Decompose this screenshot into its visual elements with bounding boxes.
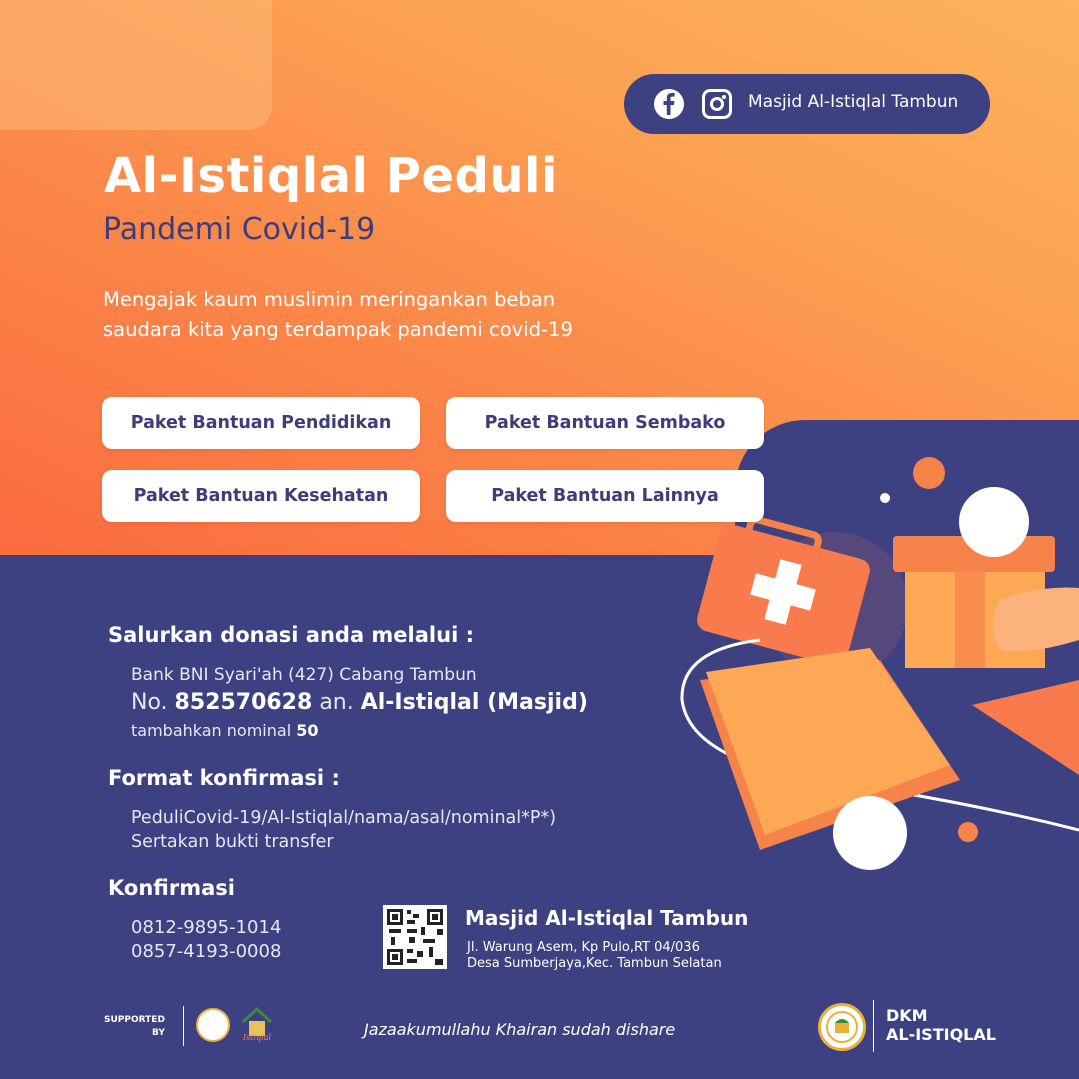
account-name-prefix: an. xyxy=(319,690,354,715)
divider xyxy=(183,1006,184,1046)
address-line: Desa Sumberjaya,Kec. Tambun Selatan xyxy=(467,956,722,971)
package-education-button[interactable]: Paket Bantuan Pendidikan xyxy=(102,397,420,449)
qr-code[interactable] xyxy=(383,905,447,969)
supporter-logo-seal xyxy=(196,1008,230,1042)
poster: Masjid Al-Istiqlal Tambun Al-Istiqlal Pe… xyxy=(0,0,1079,1079)
page-title: Al-Istiqlal Peduli xyxy=(104,148,558,204)
supported-line: BY xyxy=(152,1028,165,1038)
facebook-icon[interactable] xyxy=(654,89,684,119)
decor-dot-orange xyxy=(913,457,945,489)
dkm-line: AL-ISTIQLAL xyxy=(886,1025,996,1044)
account-line: No. 852570628 an. Al-Istiqlal (Masjid) xyxy=(131,690,588,715)
intro-text: Mengajak kaum muslimin meringankan beban… xyxy=(103,285,743,345)
mosque-name: Masjid Al-Istiqlal Tambun xyxy=(465,906,749,930)
dkm-line: DKM xyxy=(886,1006,928,1025)
bank-name: Bank BNI Syari'ah (427) Cabang Tambun xyxy=(131,665,477,685)
dkm-label: DKM AL-ISTIQLAL xyxy=(886,1006,996,1044)
page-subtitle: Pandemi Covid-19 xyxy=(103,212,376,247)
format-note: Sertakan bukti transfer xyxy=(131,832,334,852)
social-handle[interactable]: Masjid Al-Istiqlal Tambun xyxy=(748,92,958,112)
confirm-heading: Konfirmasi xyxy=(108,876,235,900)
decor-dot-orange-bottom xyxy=(958,822,978,842)
book-icon xyxy=(700,648,960,850)
phone-number[interactable]: 0812-9895-1014 xyxy=(131,917,281,938)
package-health-button[interactable]: Paket Bantuan Kesehatan xyxy=(102,470,420,522)
account-number: 852570628 xyxy=(174,690,313,715)
supported-by-label: SUPPORTED BY xyxy=(104,1014,165,1040)
dkm-logo xyxy=(818,1003,866,1051)
package-food-button[interactable]: Paket Bantuan Sembako xyxy=(446,397,764,449)
divider xyxy=(873,1000,874,1052)
instagram-icon[interactable] xyxy=(702,89,732,119)
nominal-line: tambahkan nominal 50 xyxy=(131,721,319,740)
nominal-value: 50 xyxy=(296,721,319,740)
supported-line: SUPPORTED xyxy=(104,1015,165,1025)
thanks-message: Jazaakumullahu Khairan sudah dishare xyxy=(364,1020,676,1039)
package-other-button[interactable]: Paket Bantuan Lainnya xyxy=(446,470,764,522)
format-heading: Format konfirmasi : xyxy=(108,766,340,790)
supporter-logo-house: Istiqlal xyxy=(242,1006,273,1042)
format-line: PeduliCovid-19/Al-Istiqlal/nama/asal/nom… xyxy=(131,808,557,828)
decor-dot-white xyxy=(880,493,890,503)
decor-circle-white-bottom xyxy=(833,796,907,870)
decor-circle-white xyxy=(959,487,1029,557)
account-name: Al-Istiqlal (Masjid) xyxy=(360,690,588,715)
svg-text:Istiqlal: Istiqlal xyxy=(242,1033,271,1042)
address-line: Jl. Warung Asem, Kp Pulo,RT 04/036 xyxy=(467,940,700,955)
account-no-prefix: No. xyxy=(131,690,168,715)
donation-heading: Salurkan donasi anda melalui : xyxy=(108,623,474,647)
decor-triangle xyxy=(972,680,1079,775)
phone-number[interactable]: 0857-4193-0008 xyxy=(131,941,281,962)
intro-line: saudara kita yang terdampak pandemi covi… xyxy=(103,318,573,341)
nominal-prefix: tambahkan nominal xyxy=(131,721,292,740)
mosque-address: Jl. Warung Asem, Kp Pulo,RT 04/036 Desa … xyxy=(467,940,722,972)
intro-line: Mengajak kaum muslimin meringankan beban xyxy=(103,288,556,311)
